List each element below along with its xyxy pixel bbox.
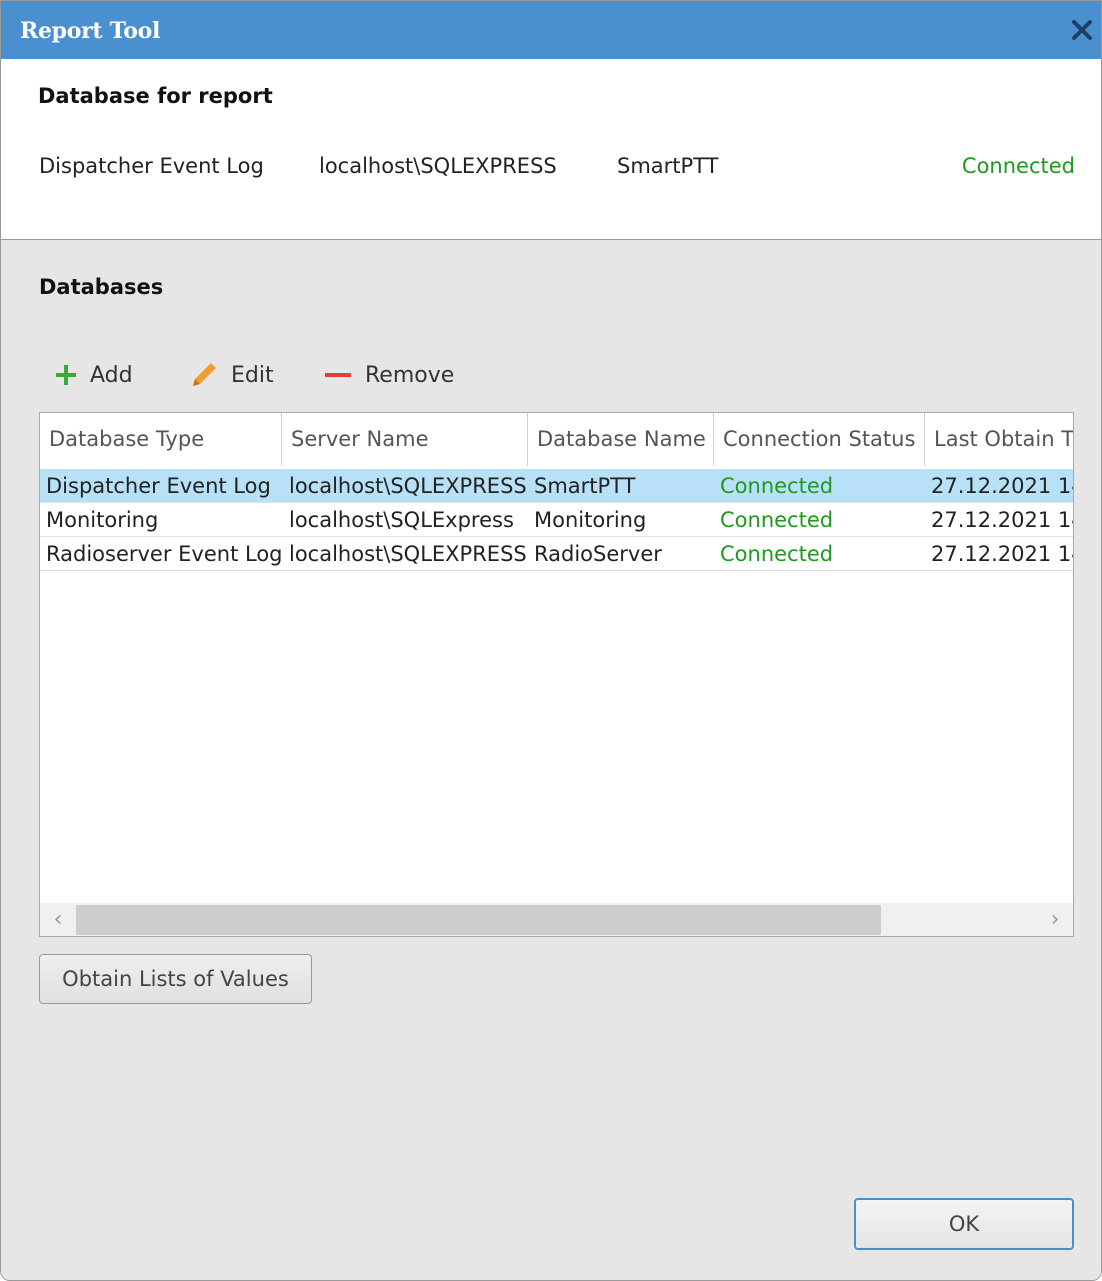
cell-database-name: SmartPTT bbox=[534, 474, 636, 498]
add-label: Add bbox=[90, 362, 133, 388]
edit-label: Edit bbox=[231, 362, 274, 388]
minus-icon bbox=[325, 373, 351, 377]
table-header: Database Type Server Name Database Name … bbox=[40, 413, 1073, 466]
cell-database-type: Radioserver Event Log bbox=[46, 542, 282, 566]
cell-database-type: Monitoring bbox=[46, 508, 159, 532]
column-header-database-type[interactable]: Database Type bbox=[40, 413, 282, 466]
edit-button[interactable]: Edit bbox=[189, 355, 274, 395]
cell-connection-status: Connected bbox=[720, 474, 834, 498]
report-database-status: Connected bbox=[961, 154, 1075, 178]
table-row[interactable]: Radioserver Event Log localhost\SQLEXPRE… bbox=[40, 537, 1074, 571]
scroll-right-icon[interactable]: › bbox=[1039, 903, 1071, 936]
cell-last-obtain: 27.12.2021 14 bbox=[931, 542, 1074, 566]
obtain-lists-button[interactable]: Obtain Lists of Values bbox=[39, 954, 312, 1004]
title-bar[interactable]: Report Tool bbox=[1, 1, 1101, 59]
databases-table[interactable]: Database Type Server Name Database Name … bbox=[39, 412, 1074, 937]
cell-server-name: localhost\SQLEXPRESS bbox=[289, 474, 527, 498]
report-database-panel: Database for report Dispatcher Event Log… bbox=[1, 59, 1101, 240]
horizontal-scrollbar[interactable]: ‹ › bbox=[40, 903, 1073, 936]
remove-label: Remove bbox=[365, 362, 455, 388]
cell-database-name: Monitoring bbox=[534, 508, 647, 532]
remove-button[interactable]: Remove bbox=[323, 355, 454, 395]
databases-heading: Databases bbox=[39, 275, 164, 299]
cell-connection-status: Connected bbox=[720, 542, 834, 566]
cell-last-obtain: 27.12.2021 14 bbox=[931, 508, 1074, 532]
cell-server-name: localhost\SQLExpress bbox=[289, 508, 514, 532]
add-button[interactable]: Add bbox=[54, 355, 133, 395]
report-database-name: SmartPTT bbox=[617, 154, 719, 178]
databases-panel: Databases Add Edit Remove Database Type … bbox=[1, 240, 1101, 1280]
report-database-server: localhost\SQLEXPRESS bbox=[319, 154, 557, 178]
cell-database-type: Dispatcher Event Log bbox=[46, 474, 271, 498]
scroll-left-icon[interactable]: ‹ bbox=[42, 903, 74, 936]
cell-last-obtain: 27.12.2021 14 bbox=[931, 474, 1074, 498]
plus-icon bbox=[56, 365, 76, 385]
report-database-type: Dispatcher Event Log bbox=[39, 154, 264, 178]
report-database-heading: Database for report bbox=[38, 84, 273, 108]
cell-connection-status: Connected bbox=[720, 508, 834, 532]
column-header-server-name[interactable]: Server Name bbox=[282, 413, 528, 466]
cell-database-name: RadioServer bbox=[534, 542, 662, 566]
cell-server-name: localhost\SQLEXPRESS bbox=[289, 542, 527, 566]
column-header-connection-status[interactable]: Connection Status bbox=[714, 413, 925, 466]
ok-button[interactable]: OK bbox=[854, 1198, 1074, 1250]
scrollbar-thumb[interactable] bbox=[76, 905, 881, 935]
table-row[interactable]: Monitoring localhost\SQLExpress Monitori… bbox=[40, 503, 1074, 537]
pencil-icon bbox=[193, 363, 216, 386]
column-header-last-obtain[interactable]: Last Obtain T bbox=[925, 413, 1073, 466]
close-icon[interactable] bbox=[1067, 15, 1097, 45]
table-row[interactable]: Dispatcher Event Log localhost\SQLEXPRES… bbox=[40, 469, 1074, 503]
window-title: Report Tool bbox=[20, 18, 161, 44]
column-header-database-name[interactable]: Database Name bbox=[528, 413, 714, 466]
report-tool-window: Report Tool Database for report Dispatch… bbox=[0, 0, 1102, 1281]
